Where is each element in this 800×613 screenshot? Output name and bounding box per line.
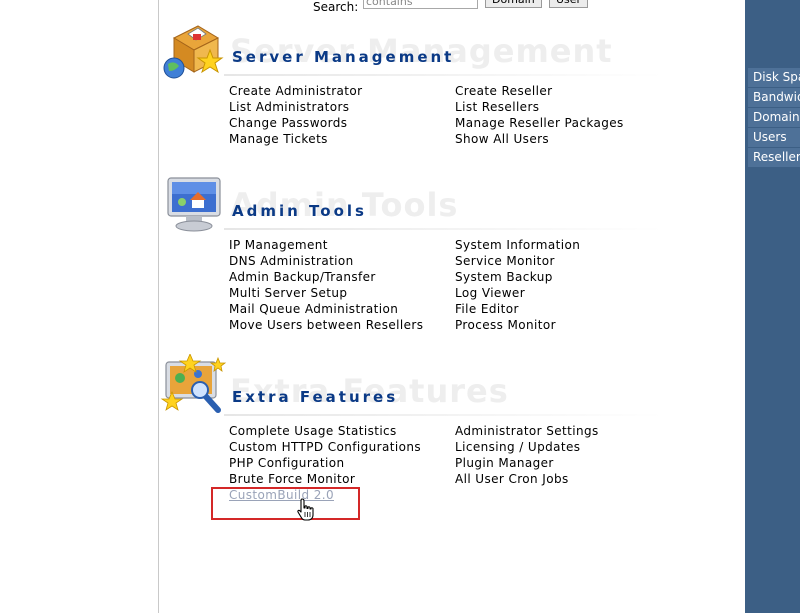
sidebar-item-disk-space[interactable]: Disk Space bbox=[748, 68, 800, 87]
gap-strip bbox=[727, 0, 745, 613]
link-process-monitor[interactable]: Process Monitor bbox=[455, 318, 556, 332]
link-show-all-users[interactable]: Show All Users bbox=[455, 132, 549, 146]
search-label: Search: bbox=[313, 0, 359, 14]
section-divider bbox=[224, 414, 664, 416]
link-manage-tickets[interactable]: Manage Tickets bbox=[229, 132, 328, 146]
admin-tools-icon bbox=[167, 177, 221, 232]
link-change-passwords[interactable]: Change Passwords bbox=[229, 116, 347, 130]
link-create-reseller[interactable]: Create Reseller bbox=[455, 84, 553, 98]
link-plugin-manager[interactable]: Plugin Manager bbox=[455, 456, 554, 470]
link-complete-usage-statistics[interactable]: Complete Usage Statistics bbox=[229, 424, 397, 438]
link-ip-management[interactable]: IP Management bbox=[229, 238, 328, 252]
extra-features-title: Extra Features bbox=[232, 388, 399, 406]
link-licensing-updates[interactable]: Licensing / Updates bbox=[455, 440, 580, 454]
admin-tools-section: Admin Tools Admin Tools IP Management DN… bbox=[158, 168, 727, 340]
search-domain-button[interactable]: Domain bbox=[485, 0, 542, 8]
link-move-users-between-resellers[interactable]: Move Users between Resellers bbox=[229, 318, 423, 332]
search-user-button[interactable]: User bbox=[549, 0, 589, 8]
right-sidebar: Disk Space Bandwidth Domains Users Resel… bbox=[745, 0, 800, 613]
section-divider bbox=[224, 228, 664, 230]
link-admin-backup-transfer[interactable]: Admin Backup/Transfer bbox=[229, 270, 376, 284]
link-custom-httpd-configurations[interactable]: Custom HTTPD Configurations bbox=[229, 440, 421, 454]
hand-cursor-icon bbox=[297, 498, 314, 521]
link-mail-queue-administration[interactable]: Mail Queue Administration bbox=[229, 302, 398, 316]
search-input[interactable] bbox=[363, 0, 478, 9]
sidebar-item-users[interactable]: Users bbox=[748, 128, 800, 147]
highlight-box bbox=[211, 487, 360, 520]
link-brute-force-monitor[interactable]: Brute Force Monitor bbox=[229, 472, 355, 486]
link-log-viewer[interactable]: Log Viewer bbox=[455, 286, 525, 300]
link-file-editor[interactable]: File Editor bbox=[455, 302, 519, 316]
link-service-monitor[interactable]: Service Monitor bbox=[455, 254, 555, 268]
link-system-backup[interactable]: System Backup bbox=[455, 270, 553, 284]
link-multi-server-setup[interactable]: Multi Server Setup bbox=[229, 286, 347, 300]
server-management-icon bbox=[163, 25, 224, 79]
link-manage-reseller-packages[interactable]: Manage Reseller Packages bbox=[455, 116, 624, 130]
extra-features-icon bbox=[160, 354, 227, 413]
link-list-resellers[interactable]: List Resellers bbox=[455, 100, 539, 114]
admin-tools-title: Admin Tools bbox=[232, 202, 367, 220]
link-dns-administration[interactable]: DNS Administration bbox=[229, 254, 354, 268]
link-administrator-settings[interactable]: Administrator Settings bbox=[455, 424, 599, 438]
left-margin bbox=[0, 0, 158, 613]
server-management-title: Server Management bbox=[232, 48, 455, 66]
link-system-information[interactable]: System Information bbox=[455, 238, 580, 252]
link-all-user-cron-jobs[interactable]: All User Cron Jobs bbox=[455, 472, 569, 486]
right-sidebar-list: Disk Space Bandwidth Domains Users Resel… bbox=[748, 68, 800, 168]
sidebar-item-domains[interactable]: Domains bbox=[748, 108, 800, 127]
link-php-configuration[interactable]: PHP Configuration bbox=[229, 456, 345, 470]
server-management-section: Server Management Server Management Crea… bbox=[158, 14, 727, 154]
sidebar-item-bandwidth[interactable]: Bandwidth bbox=[748, 88, 800, 107]
section-divider bbox=[224, 74, 664, 76]
link-list-administrators[interactable]: List Administrators bbox=[229, 100, 349, 114]
sidebar-item-resellers[interactable]: Resellers bbox=[748, 148, 800, 167]
link-create-administrator[interactable]: Create Administrator bbox=[229, 84, 363, 98]
